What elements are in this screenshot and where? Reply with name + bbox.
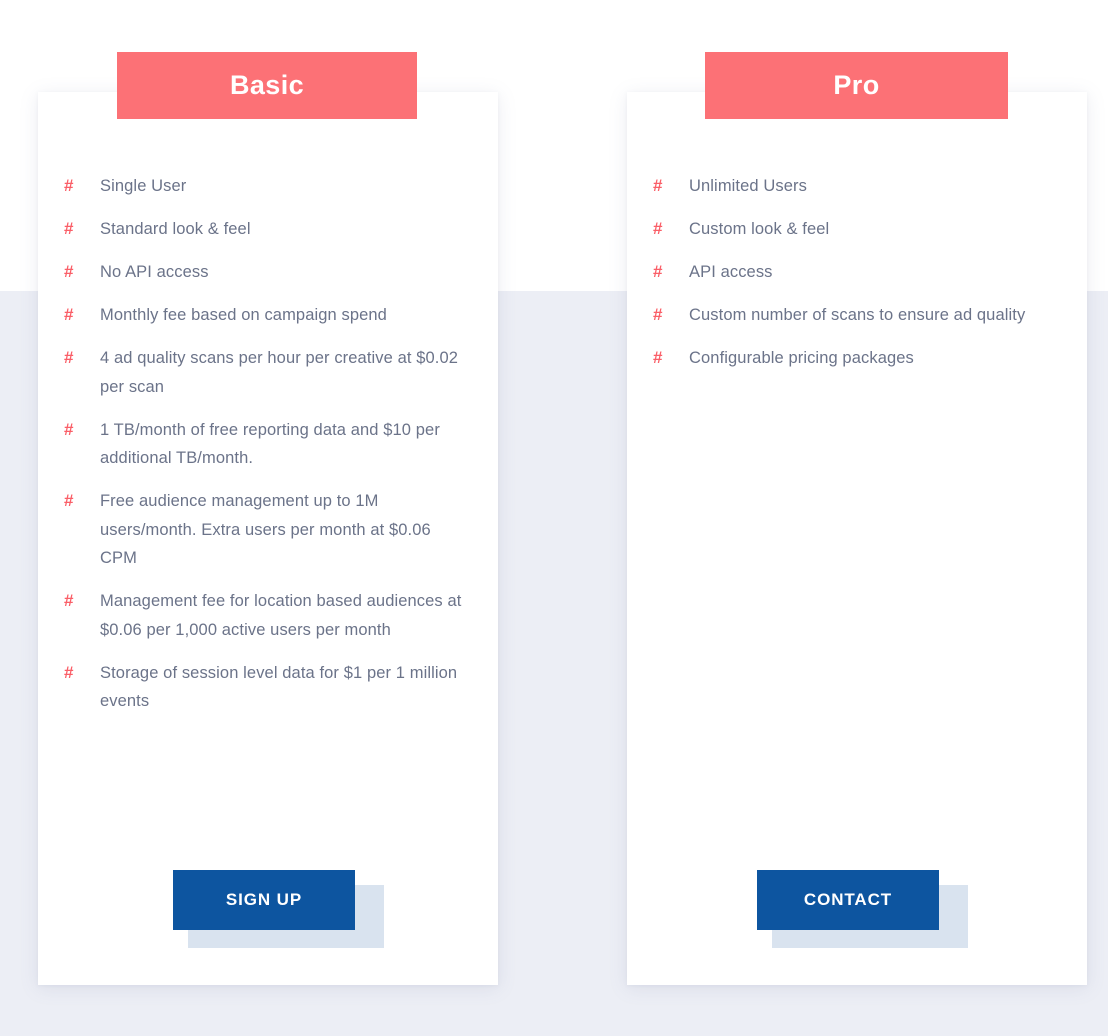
plan-header-basic: Basic xyxy=(117,52,417,119)
plan-title-basic: Basic xyxy=(229,70,305,100)
feature-label: Configurable pricing packages xyxy=(689,349,914,367)
feature-label: API access xyxy=(689,263,773,281)
feature-label: 1 TB/month of free reporting data and $1… xyxy=(100,420,440,468)
hash-icon: # xyxy=(653,176,663,195)
feature-list-basic: # Single User # Standard look & feel # N… xyxy=(64,172,464,730)
feature-label: Monthly fee based on campaign spend xyxy=(100,306,387,324)
hash-icon: # xyxy=(64,662,74,682)
hash-icon: # xyxy=(653,219,663,238)
list-item: # 4 ad quality scans per hour per creati… xyxy=(64,344,464,401)
feature-label: Free audience management up to 1M users/… xyxy=(100,492,431,567)
list-item: # Custom number of scans to ensure ad qu… xyxy=(653,301,1053,330)
feature-label: Single User xyxy=(100,177,187,195)
feature-label: Management fee for location based audien… xyxy=(100,592,462,639)
pricing-plans-section: Basic # Single User # Standard look & fe… xyxy=(0,0,1108,1036)
hash-icon: # xyxy=(64,491,74,510)
contact-button[interactable]: CONTACT xyxy=(757,870,939,930)
hash-icon: # xyxy=(64,262,74,281)
list-item: # No API access xyxy=(64,258,464,287)
plan-header-pro: Pro xyxy=(705,52,1008,119)
hash-icon: # xyxy=(653,305,663,324)
list-item: # Standard look & feel xyxy=(64,215,464,244)
list-item: # Single User xyxy=(64,172,464,201)
list-item: # Storage of session level data for $1 p… xyxy=(64,659,464,716)
hash-icon: # xyxy=(64,591,74,610)
feature-label: Unlimited Users xyxy=(689,177,807,195)
feature-label: No API access xyxy=(100,263,209,281)
hash-icon: # xyxy=(64,176,74,195)
list-item: # Unlimited Users xyxy=(653,172,1053,201)
feature-list-pro: # Unlimited Users # Custom look & feel #… xyxy=(653,172,1053,387)
hash-icon: # xyxy=(653,348,663,367)
feature-label: Standard look & feel xyxy=(100,220,251,238)
list-item: # Management fee for location based audi… xyxy=(64,587,464,644)
hash-icon: # xyxy=(653,262,663,281)
list-item: # Monthly fee based on campaign spend xyxy=(64,301,464,330)
hash-icon: # xyxy=(64,219,74,238)
feature-label: Custom number of scans to ensure ad qual… xyxy=(689,306,1026,324)
list-item: # 1 TB/month of free reporting data and … xyxy=(64,416,464,473)
cta-container-basic: SIGN UP xyxy=(173,870,384,948)
feature-label: Storage of session level data for $1 per… xyxy=(100,663,458,711)
list-item: # API access xyxy=(653,258,1053,287)
feature-label: 4 ad quality scans per hour per creative… xyxy=(100,349,459,396)
list-item: # Configurable pricing packages xyxy=(653,344,1053,373)
plan-title-pro: Pro xyxy=(833,70,880,100)
sign-up-button[interactable]: SIGN UP xyxy=(173,870,355,930)
list-item: # Custom look & feel xyxy=(653,215,1053,244)
cta-container-pro: CONTACT xyxy=(757,870,968,948)
hash-icon: # xyxy=(64,305,74,324)
hash-icon: # xyxy=(64,419,74,439)
hash-icon: # xyxy=(64,348,74,367)
feature-label: Custom look & feel xyxy=(689,220,830,238)
list-item: # Free audience management up to 1M user… xyxy=(64,487,464,573)
